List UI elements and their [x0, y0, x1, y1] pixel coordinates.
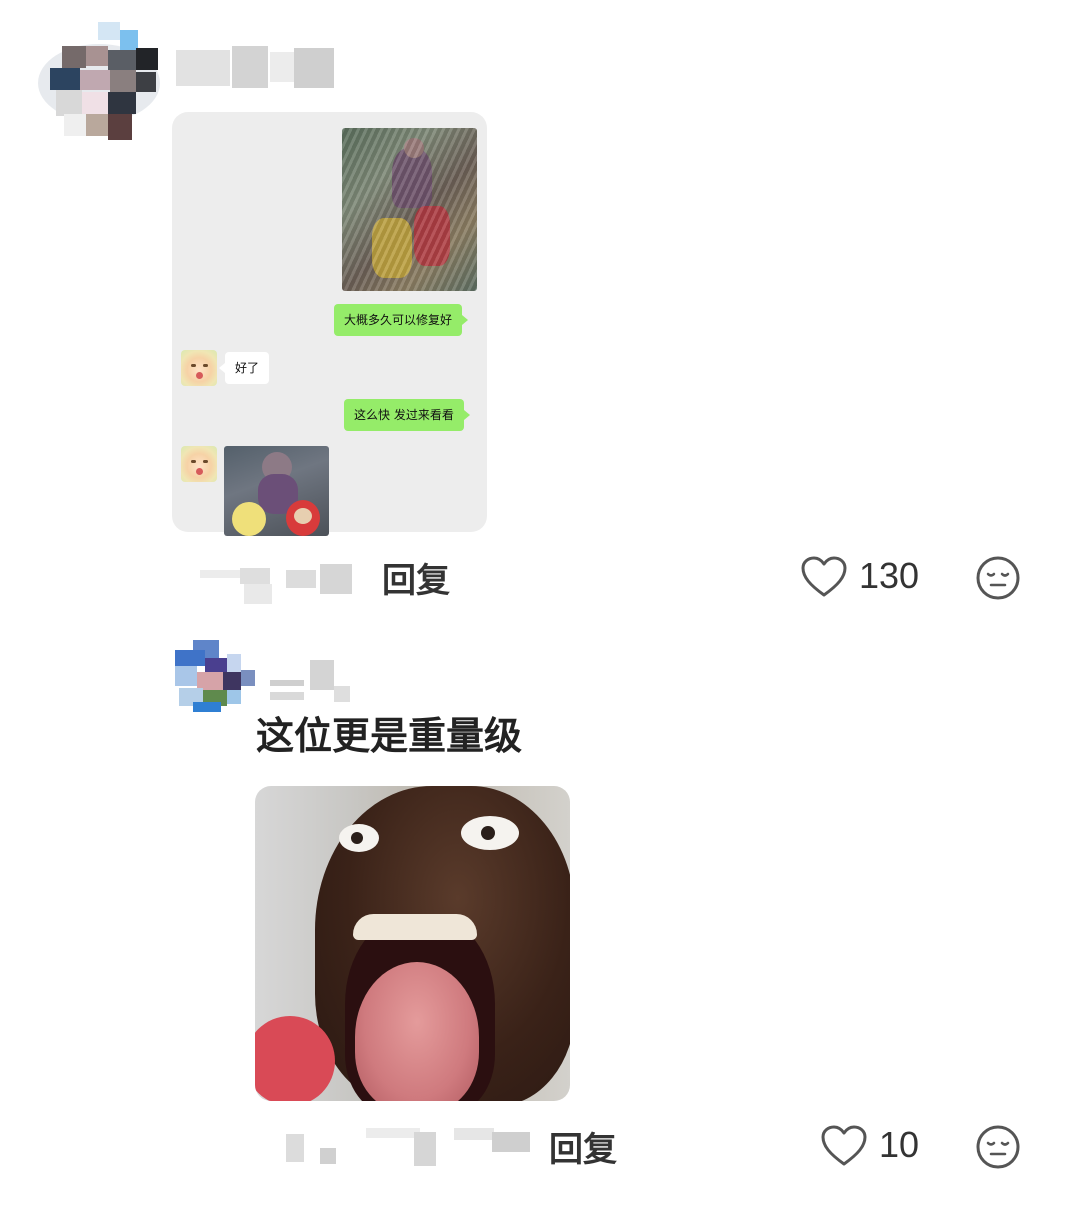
heart-icon[interactable] [800, 555, 848, 599]
chat-photo-damaged [342, 128, 477, 291]
heart-icon[interactable] [820, 1124, 868, 1168]
comment-timestamp [200, 560, 356, 608]
chat-photo-restored [224, 446, 329, 536]
comment-timestamp [286, 1128, 532, 1168]
commenter-avatar[interactable] [175, 640, 255, 712]
commenter-name[interactable] [176, 46, 336, 90]
commenter-avatar[interactable] [38, 22, 160, 144]
expressionless-face-icon[interactable] [975, 1124, 1021, 1170]
like-count: 10 [879, 1124, 920, 1165]
chat-bubble-text: 好了 [235, 361, 260, 375]
chat-bubble-received: 好了 [218, 352, 270, 384]
comment-text: 这位更是重量级 [256, 714, 523, 758]
expressionless-face-icon[interactable] [975, 555, 1021, 601]
reply-button[interactable]: 回复 [549, 1122, 617, 1171]
meme-image[interactable] [255, 786, 570, 1101]
chat-contact-avatar [181, 446, 217, 482]
chat-bubble-sent: 这么快 发过来看看 [344, 399, 470, 431]
chat-bubble-text: 大概多久可以修复好 [344, 313, 453, 327]
chat-contact-avatar [181, 350, 217, 386]
chat-bubble-text: 这么快 发过来看看 [354, 408, 454, 422]
like-count: 130 [859, 555, 920, 596]
chat-bubble-sent: 大概多久可以修复好 [334, 304, 469, 336]
reply-button[interactable]: 回复 [382, 553, 450, 602]
commenter-name[interactable] [270, 660, 354, 706]
